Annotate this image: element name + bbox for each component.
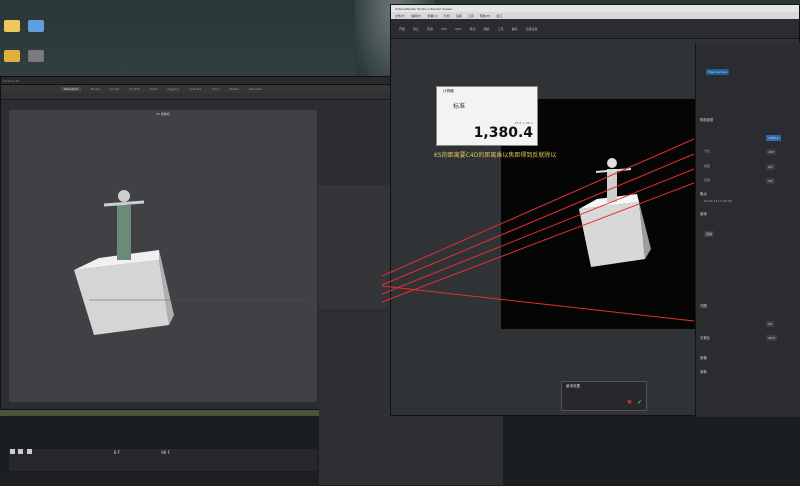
forward-icon[interactable] (26, 449, 32, 454)
height-value[interactable]: 10° (766, 178, 776, 184)
app-icon[interactable] (28, 50, 44, 62)
tab-rigging[interactable]: Rigging (168, 87, 179, 91)
section-dof: 景深 (700, 212, 707, 216)
tab-standard[interactable]: Standard (61, 87, 81, 91)
tab-animate[interactable]: Animate (189, 87, 202, 91)
section-aperture: 光圈 (700, 304, 707, 308)
focal-value[interactable]: -54° (766, 149, 777, 155)
menu-help[interactable]: 帮助(H) (480, 14, 491, 18)
octane-title: OctaneRender Studio+ Render Viewer (395, 6, 453, 11)
section-more: 其他 (700, 370, 707, 374)
dialog-title: 景深设置 (566, 384, 580, 388)
fov-label: 视距 (704, 164, 711, 168)
folder-icon[interactable] (4, 20, 20, 32)
play-icon[interactable] (18, 449, 24, 454)
calculator-result: 1,380.4 (473, 125, 533, 141)
tab-uvedit[interactable]: UV Edit (129, 87, 140, 91)
tool-prefs[interactable]: 偏好 (512, 27, 518, 31)
window-title: Cinema 4D (3, 78, 20, 83)
camera-list-item[interactable]: Free Camera (706, 69, 730, 75)
folder-icon[interactable] (4, 50, 20, 62)
menu-edit[interactable]: 编辑(E) (411, 14, 421, 18)
timeline[interactable]: 0 F 90 F (9, 449, 317, 471)
tool-stop[interactable]: 停止 (413, 27, 419, 31)
calculator-window: 计算器 标准 23.8 × 58 = 1,380.4 (436, 86, 538, 146)
dialog-cancel-button[interactable]: ✖ (627, 399, 632, 406)
status-bar (1, 472, 319, 486)
fov-value[interactable]: 20° (766, 164, 776, 170)
menu-window[interactable]: 窗口 (496, 14, 502, 18)
tool-pause[interactable]: 暂停 (427, 27, 433, 31)
lens-value[interactable]: 1380.4 (766, 135, 781, 141)
app-icon[interactable] (28, 20, 44, 32)
octane-camera-panel: Free Camera 相机投射 1380.4 方位 -54° 视距 20° 高… (695, 43, 800, 417)
tab-paint[interactable]: Paint (150, 87, 157, 91)
tool-tools[interactable]: 工具 (498, 27, 504, 31)
annotation-text: KS的距离要C4D的距离乘以焦距得到反就除以 (434, 152, 557, 159)
viewport-scene (74, 190, 309, 335)
tab-model[interactable]: Model (91, 87, 100, 91)
calculator-title: 计算器 (443, 89, 454, 93)
dialog-ok-button[interactable]: ✔ (637, 399, 642, 406)
section-camera: 相机投射 (700, 118, 714, 122)
octane-titlebar: OctaneRender Studio+ Render Viewer (391, 5, 799, 12)
auto-focus-button[interactable]: 自动 (704, 231, 715, 237)
menu-tools[interactable]: 工具 (468, 14, 474, 18)
section-focus: 焦点 (700, 192, 707, 196)
viewport-title: KS 摄像机 (156, 112, 170, 116)
focal-label: 方位 (704, 149, 711, 153)
tab-sculpt[interactable]: Sculpt (110, 87, 119, 91)
dof-dialog: 景深设置 ✖ ✔ (561, 381, 647, 411)
section-clip: 剪裁 (700, 356, 707, 360)
octane-toolbar: 开始 停止 暂停 CPU GPU 导出 相机 工具 偏好 渲染设置 (391, 19, 799, 39)
c4d-viewport[interactable]: KS 摄像机 (9, 110, 317, 402)
rewind-icon[interactable] (10, 449, 15, 454)
tool-gpu[interactable]: GPU (455, 27, 461, 31)
frame-current: 0 F (113, 450, 120, 455)
menu-render[interactable]: 渲染 (456, 14, 462, 18)
aperture-value[interactable]: 50 (766, 321, 774, 327)
frame-end: 90 F (161, 450, 170, 455)
tool-cpu[interactable]: CPU (441, 27, 447, 31)
tool-camera[interactable]: 相机 (484, 27, 490, 31)
calculator-mode[interactable]: 标准 (453, 101, 465, 110)
section-ratio: 长宽比 (700, 336, 711, 340)
tool-export[interactable]: 导出 (470, 27, 476, 31)
height-label: 高度 (704, 178, 711, 182)
focus-coords: 69.39 127.5 50.09 (704, 199, 732, 203)
tool-start[interactable]: 开始 (399, 27, 405, 31)
octane-window: OctaneRender Studio+ Render Viewer 文件(F)… (390, 4, 800, 417)
menu-view[interactable]: 查看(V) (427, 14, 437, 18)
tab-track[interactable]: Track (211, 87, 219, 91)
menu-file[interactable]: 文件(F) (395, 14, 405, 18)
octane-menubar: 文件(F) 编辑(E) 查看(V) 分析 渲染 工具 帮助(H) 窗口 (391, 12, 799, 19)
tool-render-settings[interactable]: 渲染设置 (526, 27, 538, 31)
tab-nodes[interactable]: Nodes (229, 87, 238, 91)
menu-analyze[interactable]: 分析 (444, 14, 450, 18)
ratio-value[interactable]: 18.8 (766, 335, 777, 341)
tab-visualize[interactable]: Visualize (249, 87, 262, 91)
